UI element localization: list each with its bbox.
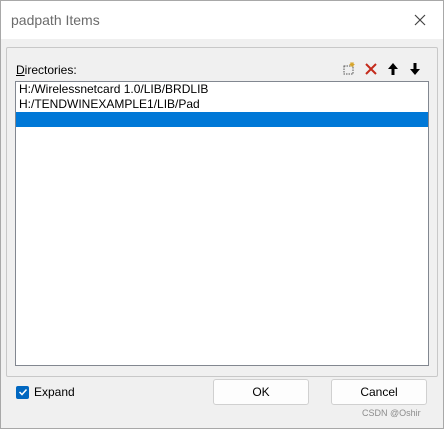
move-up-icon <box>388 63 398 75</box>
delete-button[interactable] <box>363 61 379 77</box>
close-icon <box>414 14 426 26</box>
cancel-button[interactable]: Cancel <box>331 379 427 405</box>
close-button[interactable] <box>397 1 443 39</box>
move-up-button[interactable] <box>385 61 401 77</box>
new-folder-icon <box>343 62 355 75</box>
list-item-selected[interactable] <box>16 112 428 127</box>
directories-toolbar <box>341 61 423 77</box>
directories-label-accel: D <box>16 63 25 77</box>
watermark: CSDN @Oshir <box>362 408 421 418</box>
title-bar: padpath Items <box>1 1 443 39</box>
move-down-icon <box>410 63 420 75</box>
list-item[interactable]: H:/Wirelessnetcard 1.0/LIB/BRDLIB <box>16 82 428 97</box>
delete-icon <box>365 63 377 75</box>
list-item[interactable]: H:/TENDWINEXAMPLE1/LIB/Pad <box>16 97 428 112</box>
expand-option[interactable]: Expand <box>16 385 75 399</box>
move-down-button[interactable] <box>407 61 423 77</box>
window-title: padpath Items <box>11 12 100 28</box>
checkmark-icon <box>18 388 27 396</box>
directories-label-text: irectories: <box>24 63 77 77</box>
directories-label: Directories: <box>16 63 77 77</box>
expand-label: Expand <box>34 385 75 399</box>
ok-button[interactable]: OK <box>213 379 309 405</box>
new-folder-button[interactable] <box>341 61 357 77</box>
directories-list[interactable]: H:/Wirelessnetcard 1.0/LIB/BRDLIB H:/TEN… <box>15 81 429 366</box>
expand-checkbox[interactable] <box>16 385 29 399</box>
